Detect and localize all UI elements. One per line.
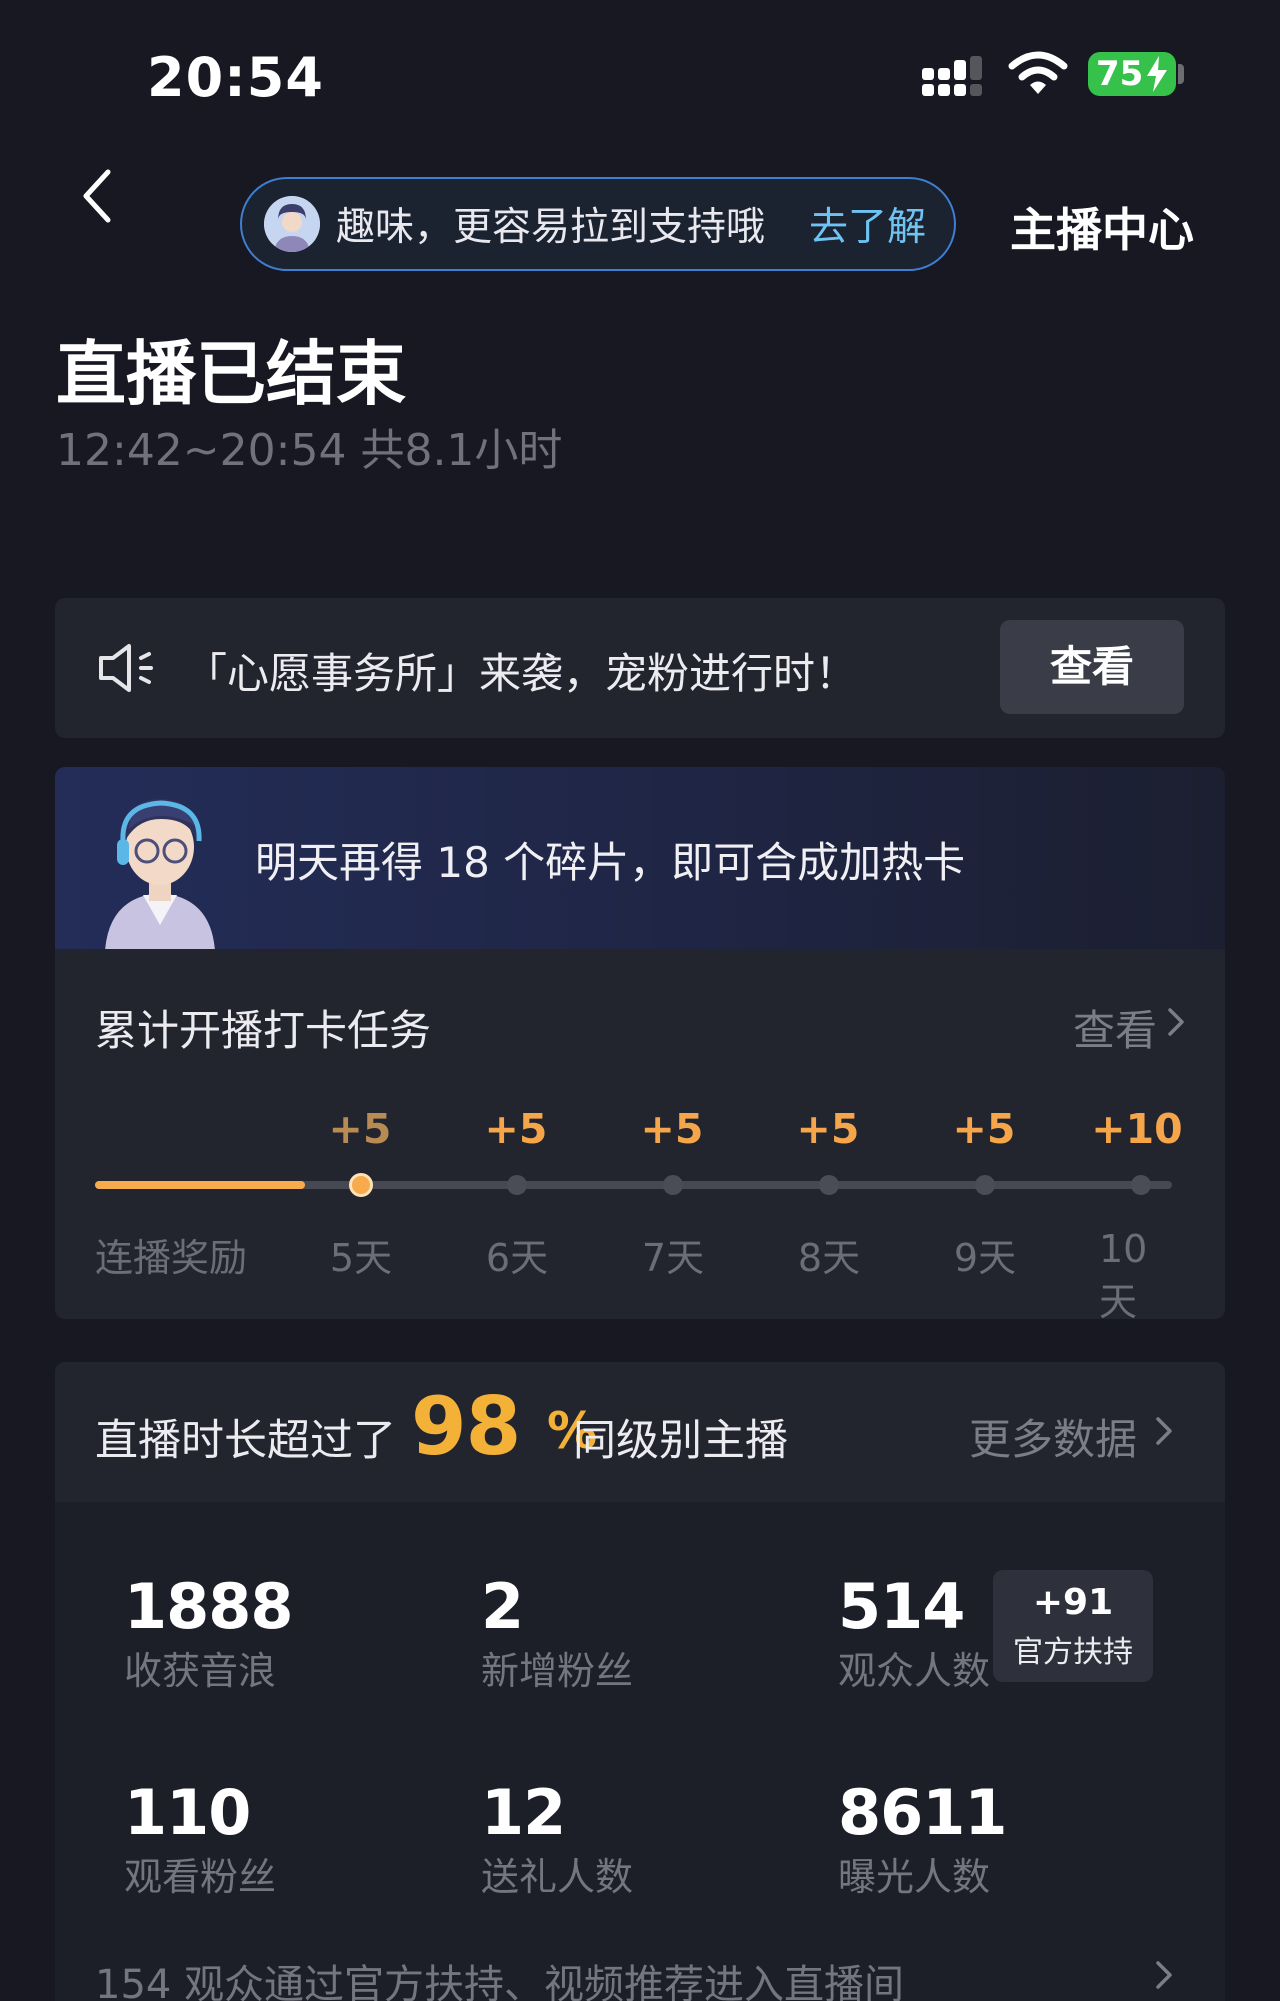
- stats-grid: 1888 收获音浪 2 新增粉丝 514 观众人数 +91 官方扶持 110 观…: [55, 1502, 1225, 2001]
- stat-label: 曝光人数: [838, 1855, 991, 1899]
- progress-fill: [95, 1181, 305, 1189]
- milestone-day: 8天: [797, 1236, 861, 1280]
- official-support-badge: +91 官方扶持: [993, 1570, 1153, 1682]
- stat-label: 新增粉丝: [481, 1649, 634, 1693]
- stats-percent: 98: [411, 1380, 521, 1473]
- stat-value: 2: [481, 1570, 524, 1643]
- official-support-value: +91: [1032, 1582, 1114, 1623]
- fragment-progress-text: 明天再得 18 个碎片，即可合成加热卡: [255, 838, 966, 887]
- milestone-dot-reached: [349, 1173, 373, 1197]
- live-ended-page: 20:54 75 趣味，更容易拉到支持哦 去了解 主播中心 直播已结束 12:4…: [0, 0, 1280, 2001]
- announcement-text: 「心愿事务所」来袭，宠粉进行时！: [185, 649, 858, 698]
- stat-label: 观众人数: [838, 1649, 991, 1693]
- stats-headline-prefix: 直播时长超过了: [95, 1416, 396, 1466]
- chevron-right-icon[interactable]: [1155, 1416, 1173, 1446]
- traffic-source-text[interactable]: 154 观众通过官方扶持、视频推荐进入直播间: [95, 1952, 904, 2001]
- charging-bolt-icon: [1147, 56, 1167, 92]
- stat-value: 8611: [838, 1776, 1008, 1849]
- learn-more-link[interactable]: 去了解: [809, 196, 926, 252]
- task-title: 累计开播打卡任务: [95, 1006, 432, 1055]
- milestone-dot: [819, 1175, 839, 1195]
- promo-text: 趣味，更容易拉到支持哦: [336, 205, 766, 250]
- milestone-reward: +5: [640, 1105, 704, 1153]
- checkin-task-card: 累计开播打卡任务 查看 +5 +5 +5 +5 +5 +10 连播奖励 5天 6…: [55, 949, 1225, 1324]
- avatar: [264, 196, 320, 252]
- milestone-day: 5天: [329, 1236, 393, 1280]
- battery-cap: [1178, 64, 1184, 84]
- more-data-link[interactable]: 更多数据: [969, 1406, 1137, 1467]
- milestone-day: 7天: [641, 1236, 705, 1280]
- milestone-reward: +5: [328, 1105, 392, 1153]
- streak-reward-label: 连播奖励: [95, 1236, 248, 1280]
- chevron-right-icon[interactable]: [1167, 1007, 1185, 1037]
- milestone-day: 9天: [953, 1236, 1017, 1280]
- milestone-dot: [507, 1175, 527, 1195]
- milestone-dot: [663, 1175, 683, 1195]
- cellular-signal-icon: [922, 56, 982, 96]
- milestone-dot: [1131, 1175, 1151, 1195]
- milestone-day: 10天: [1099, 1227, 1148, 1324]
- view-announcement-button[interactable]: 查看: [1000, 620, 1184, 714]
- stat-value: 514: [838, 1570, 965, 1643]
- mascot-illustration-icon: [105, 799, 215, 949]
- milestone-reward: +5: [484, 1105, 548, 1153]
- back-arrow-icon[interactable]: [80, 168, 116, 224]
- stat-label: 收获音浪: [124, 1649, 277, 1693]
- avatar-illustration-icon: [264, 196, 320, 252]
- page-title: 直播已结束: [56, 333, 406, 415]
- status-time: 20:54: [147, 46, 324, 109]
- host-center-link[interactable]: 主播中心: [1010, 194, 1194, 260]
- milestone-reward: +5: [952, 1105, 1016, 1153]
- stat-value: 12: [481, 1776, 566, 1849]
- fragment-banner: 明天再得 18 个碎片，即可合成加热卡: [55, 767, 1225, 949]
- announcement-card: 「心愿事务所」来袭，宠粉进行时！ 查看: [55, 598, 1225, 738]
- chevron-right-icon[interactable]: [1155, 1960, 1173, 1990]
- stats-header: 直播时长超过了 98 % 同级别主播 更多数据: [55, 1362, 1225, 1502]
- stat-value: 1888: [124, 1570, 294, 1643]
- milestone-reward: +5: [796, 1105, 860, 1153]
- stat-label: 观看粉丝: [124, 1855, 277, 1899]
- speaker-icon: [99, 644, 153, 692]
- milestone-reward: +10: [1091, 1105, 1183, 1153]
- task-view-link[interactable]: 查看: [1073, 997, 1157, 1058]
- stat-value: 110: [124, 1776, 251, 1849]
- stats-headline-suffix: 同级别主播: [573, 1416, 788, 1466]
- milestone-dot: [975, 1175, 995, 1195]
- wifi-icon: [1008, 51, 1068, 94]
- promo-pill[interactable]: 趣味，更容易拉到支持哦 去了解: [240, 177, 956, 271]
- official-support-label: 官方扶持: [1013, 1635, 1133, 1670]
- milestone-day: 6天: [485, 1236, 549, 1280]
- live-duration: 12:42~20:54 共8.1小时: [56, 425, 563, 476]
- stat-label: 送礼人数: [481, 1855, 634, 1899]
